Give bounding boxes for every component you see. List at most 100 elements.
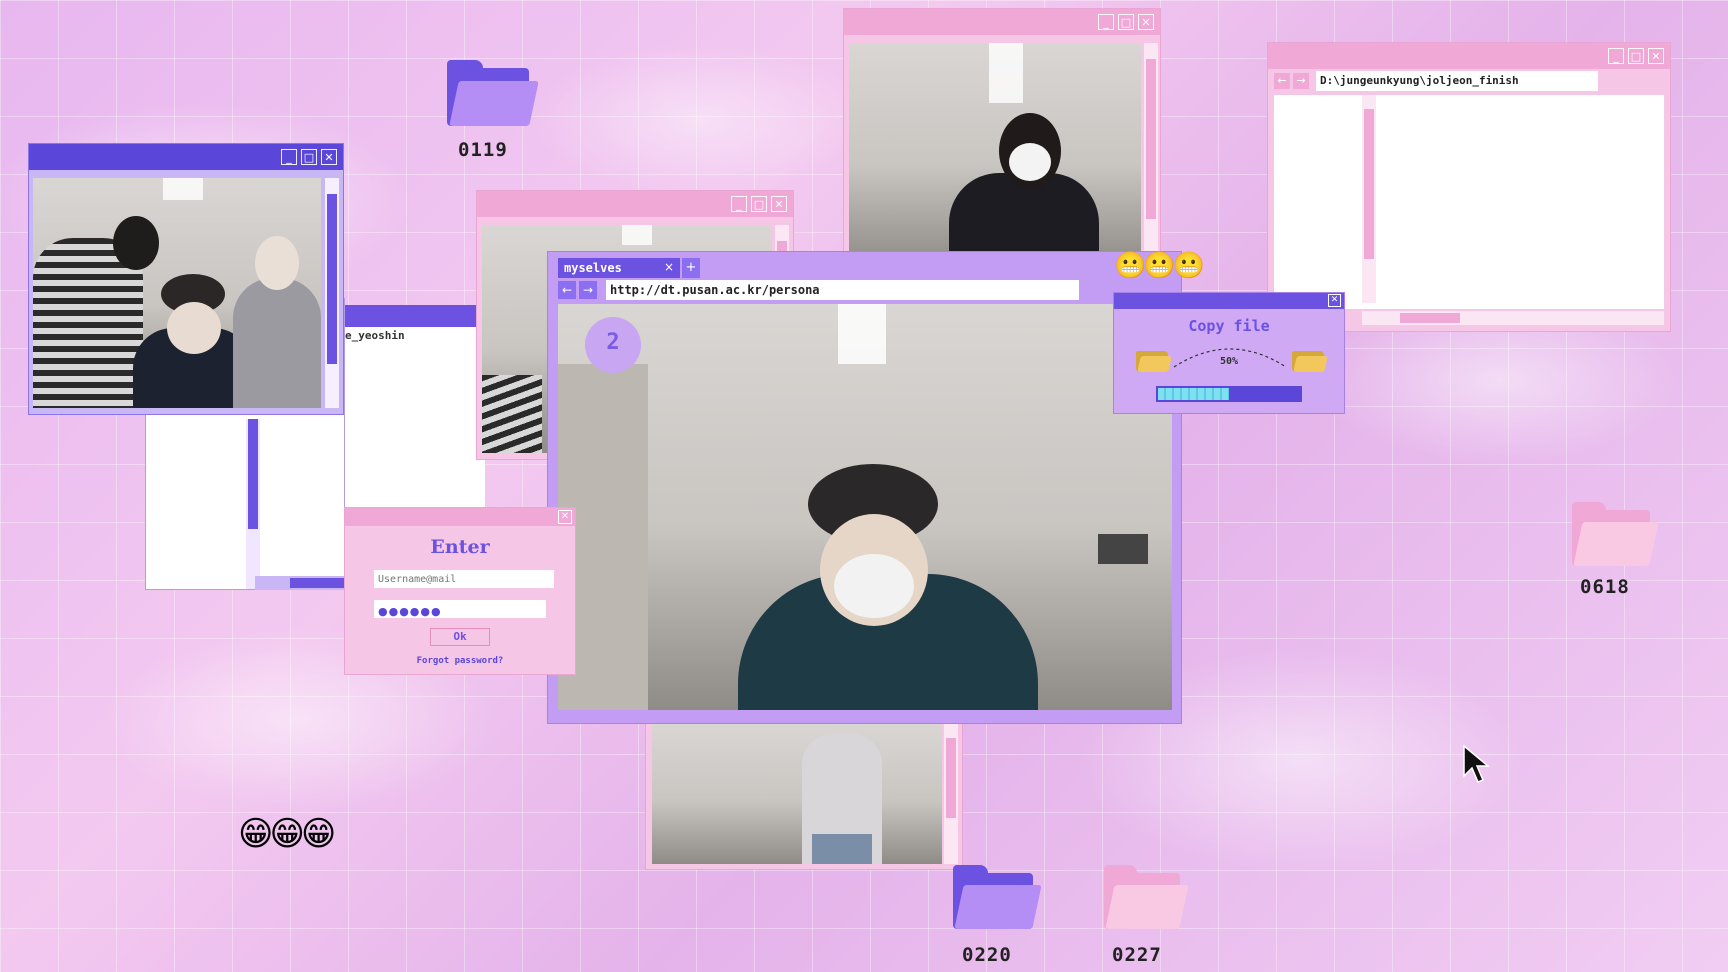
folder-icon[interactable]	[1104, 865, 1190, 929]
person-right-hoodie	[233, 278, 321, 408]
forward-arrow-icon[interactable]: →	[579, 281, 597, 299]
folder-icon[interactable]	[447, 60, 539, 126]
window-controls: _ □ ✕	[1098, 14, 1154, 30]
explorer-left-path-text: e_yeoshin	[345, 329, 405, 342]
password-field[interactable]: ●●●●●●	[374, 600, 546, 618]
mouse-cursor-icon	[1463, 744, 1490, 783]
close-button[interactable]: ✕	[771, 196, 787, 212]
grimacing-emoji-row: 😬😬😬	[1114, 251, 1205, 281]
folder-label-0220[interactable]: 0220	[962, 944, 1012, 966]
explorer-right-address-bar[interactable]: D:\jungeunkyung\joljeon_finish	[1316, 71, 1598, 91]
explorer-right-path: D:\jungeunkyung\joljeon_finish	[1320, 74, 1519, 87]
photo-on-wall	[1098, 534, 1148, 564]
browser-tab-label: myselves	[564, 261, 622, 275]
minimize-button[interactable]: _	[281, 149, 297, 165]
folder-label-0119[interactable]: 0119	[458, 139, 508, 161]
back-arrow-icon[interactable]: ←	[1274, 73, 1290, 89]
page-badge-number: 2	[606, 330, 620, 355]
login-titlebar[interactable]: ✕	[345, 508, 575, 526]
minimize-button[interactable]: _	[731, 196, 747, 212]
maximize-button[interactable]: □	[1118, 14, 1134, 30]
minimize-button[interactable]: _	[1098, 14, 1114, 30]
photo-window-middle-titlebar[interactable]: _ □ ✕	[477, 191, 793, 217]
explorer-right-nav: ← →	[1274, 73, 1309, 93]
webcam-photo	[558, 304, 1172, 710]
password-mask: ●●●●●●	[378, 605, 442, 618]
group-photo-scrollbar[interactable]	[325, 178, 339, 408]
photo-window-top: _ □ ✕	[843, 8, 1161, 266]
ok-button[interactable]: Ok	[430, 628, 490, 646]
copy-dialog-titlebar[interactable]: ✕	[1114, 293, 1344, 309]
ceiling-light	[838, 304, 886, 364]
maximize-button[interactable]: □	[301, 149, 317, 165]
photo-window-group: _ □ ✕	[28, 143, 344, 415]
folder-label-0227[interactable]: 0227	[1112, 944, 1162, 966]
page-badge: 2	[585, 317, 641, 373]
photo-window-group-titlebar[interactable]: _ □ ✕	[29, 144, 343, 170]
peace-photo-scrollbar[interactable]	[1144, 43, 1158, 265]
minimize-button[interactable]: _	[1608, 48, 1624, 64]
url-bar[interactable]: http://dt.pusan.ac.kr/persona	[606, 280, 1079, 300]
login-title: Enter	[430, 536, 490, 558]
explorer-right-vscroll[interactable]	[1362, 95, 1376, 303]
ceiling-light	[622, 225, 652, 245]
browser-nav: ← →	[558, 281, 597, 299]
striped-sleeve	[482, 375, 542, 453]
standing-person-photo	[652, 724, 942, 864]
ceiling-light	[989, 43, 1023, 103]
group-photo-scroll-thumb[interactable]	[327, 194, 337, 364]
close-button[interactable]: ✕	[1328, 294, 1341, 307]
explorer-left-scrollbar[interactable]	[246, 419, 260, 589]
close-button[interactable]: ✕	[1648, 48, 1664, 64]
person-left-head	[113, 216, 159, 270]
copy-progress-fill	[1158, 388, 1229, 400]
window-controls: _ □ ✕	[281, 149, 337, 165]
folder-icon[interactable]	[1572, 502, 1660, 566]
window-controls: _ □ ✕	[1608, 48, 1664, 64]
person-center-face	[167, 302, 221, 354]
close-button[interactable]: ✕	[558, 510, 572, 524]
explorer-right-hscroll-thumb[interactable]	[1400, 313, 1460, 323]
person-mask	[1009, 143, 1051, 181]
close-button[interactable]: ✕	[1138, 14, 1154, 30]
standing-photo-scrollbar[interactable]	[944, 724, 958, 864]
forward-arrow-icon[interactable]: →	[1293, 73, 1309, 89]
photo-window-top-titlebar[interactable]: _ □ ✕	[844, 9, 1160, 35]
back-arrow-icon[interactable]: ←	[558, 281, 576, 299]
explorer-right-titlebar[interactable]: _ □ ✕	[1268, 43, 1670, 69]
copy-file-dialog: ✕ Copy file 50%	[1113, 292, 1345, 414]
folder-label-0618[interactable]: 0618	[1580, 576, 1630, 598]
group-photo	[33, 178, 321, 408]
explorer-right-hscroll[interactable]	[1362, 311, 1664, 325]
standing-photo-scroll-thumb[interactable]	[946, 738, 956, 818]
photo-window-bottom	[645, 715, 963, 870]
url-text: http://dt.pusan.ac.kr/persona	[610, 283, 820, 297]
copy-dialog-title: Copy file	[1188, 317, 1270, 335]
explorer-right-vscroll-thumb[interactable]	[1364, 109, 1374, 259]
login-dialog: ✕ Enter ●●●●●● Ok Forgot password?	[344, 507, 576, 675]
folder-icon[interactable]	[953, 865, 1043, 929]
browser-window: myselves × + ← → http://dt.pusan.ac.kr/p…	[547, 251, 1182, 724]
ceiling-light	[163, 178, 203, 200]
person-jeans	[812, 834, 872, 864]
explorer-window-right: _ □ ✕ ← → D:\jungeunkyung\joljeon_finish	[1267, 42, 1671, 332]
folder-icon	[1292, 348, 1328, 372]
maximize-button[interactable]: □	[1628, 48, 1644, 64]
person-right-head	[255, 236, 299, 290]
new-tab-button[interactable]: +	[682, 258, 700, 278]
grinning-emoji-row: 😁😁😁	[238, 814, 336, 854]
window-controls: _ □ ✕	[731, 196, 787, 212]
username-field[interactable]	[374, 570, 554, 588]
person-mask	[834, 554, 914, 618]
maximize-button[interactable]: □	[751, 196, 767, 212]
forgot-password-link[interactable]: Forgot password?	[345, 656, 575, 666]
explorer-left-path-label: e_yeoshin	[345, 329, 405, 342]
explorer-left-hscroll-thumb[interactable]	[290, 578, 350, 588]
peace-photo-scroll-thumb[interactable]	[1146, 59, 1156, 219]
peace-sign-photo	[849, 43, 1141, 265]
close-icon[interactable]: ×	[664, 260, 674, 274]
close-button[interactable]: ✕	[321, 149, 337, 165]
copy-progress-bar	[1156, 386, 1302, 402]
explorer-left-scroll-thumb[interactable]	[248, 419, 258, 529]
browser-tab[interactable]: myselves ×	[558, 258, 680, 278]
